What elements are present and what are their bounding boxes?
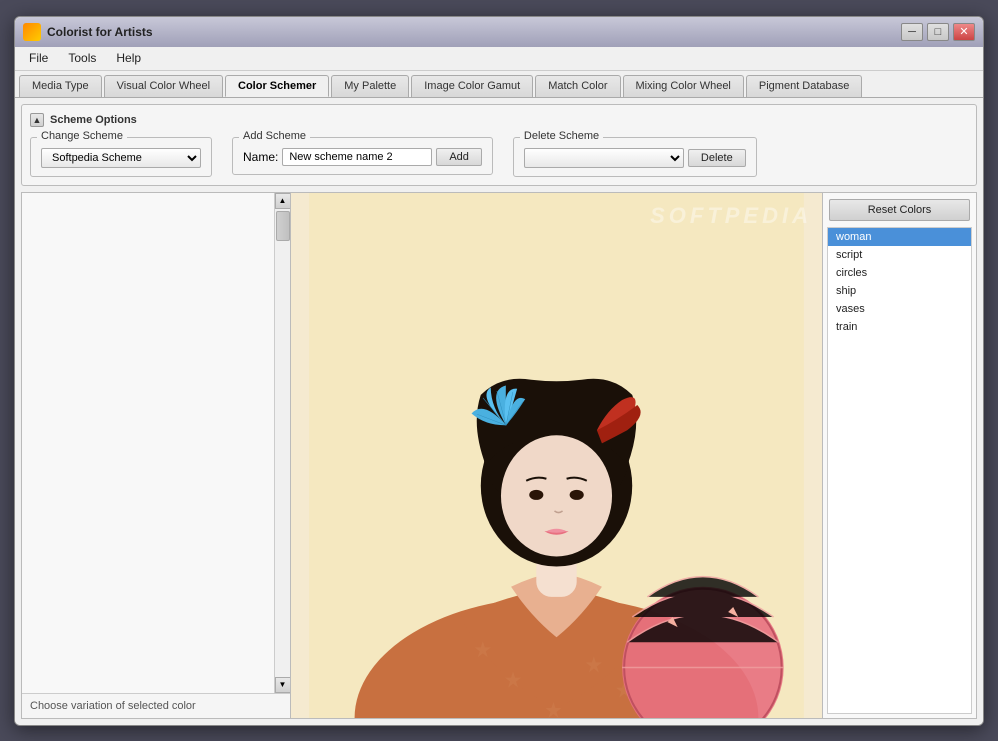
menu-tools[interactable]: Tools [58,49,106,67]
add-scheme-input[interactable] [282,148,432,166]
image-list-item-vases[interactable]: vases [828,300,971,318]
delete-scheme-group: Delete Scheme Delete [513,137,757,177]
tabs-bar: Media Type Visual Color Wheel Color Sche… [15,71,983,98]
scheme-options-header: ▲ Scheme Options [30,113,968,127]
add-scheme-label: Add Scheme [239,130,310,142]
change-scheme-inner: Softpedia Scheme Default Scheme Custom S… [41,148,201,168]
add-scheme-button[interactable]: Add [436,148,482,166]
change-scheme-label: Change Scheme [37,130,127,142]
scroll-thumb[interactable] [276,211,290,241]
add-scheme-inner: Name: Add [243,148,482,166]
scrollbar-track: ▲ ▼ [274,193,290,693]
add-scheme-group: Add Scheme Name: Add [232,137,493,175]
menu-help[interactable]: Help [106,49,151,67]
tab-media-type[interactable]: Media Type [19,75,102,97]
menu-bar: File Tools Help [15,47,983,71]
center-panel: SOFTPEDIA [291,192,822,719]
scroll-down-arrow[interactable]: ▼ [275,677,291,693]
change-scheme-group: Change Scheme Softpedia Scheme Default S… [30,137,212,177]
color-scroll-area: ▲ ▼ [22,193,290,693]
scheme-options-label: Scheme Options [50,114,137,126]
reset-colors-button[interactable]: Reset Colors [829,199,970,221]
image-list-item-woman[interactable]: woman [828,228,971,246]
tab-pigment-database[interactable]: Pigment Database [746,75,863,97]
app-title: Colorist for Artists [47,25,153,39]
main-panel: ▲ ▼ Choose variation of selected color [21,192,977,719]
tab-match-color[interactable]: Match Color [535,75,620,97]
tab-image-color-gamut[interactable]: Image Color Gamut [411,75,533,97]
scheme-options-panel: ▲ Scheme Options Change Scheme Softpedia… [21,104,977,186]
change-scheme-select[interactable]: Softpedia Scheme Default Scheme Custom S… [41,148,201,168]
image-list-item-ship[interactable]: ship [828,282,971,300]
tab-visual-color-wheel[interactable]: Visual Color Wheel [104,75,223,97]
app-icon [23,23,41,41]
image-list-item-script[interactable]: script [828,246,971,264]
collapse-button[interactable]: ▲ [30,113,44,127]
image-list: woman script circles ship vases train [827,227,972,714]
scroll-up-arrow[interactable]: ▲ [275,193,291,209]
menu-file[interactable]: File [19,49,58,67]
content-area: ▲ Scheme Options Change Scheme Softpedia… [15,98,983,725]
main-window: Colorist for Artists ─ □ ✕ File Tools He… [14,16,984,726]
delete-scheme-label: Delete Scheme [520,130,603,142]
tab-color-schemer[interactable]: Color Schemer [225,75,329,97]
name-label: Name: [243,150,278,164]
delete-scheme-select[interactable] [524,148,684,168]
color-hint: Choose variation of selected color [22,693,290,718]
minimize-button[interactable]: ─ [901,23,923,41]
title-bar: Colorist for Artists ─ □ ✕ [15,17,983,47]
title-bar-left: Colorist for Artists [23,23,153,41]
delete-scheme-inner: Delete [524,148,746,168]
close-button[interactable]: ✕ [953,23,975,41]
left-panel: ▲ ▼ Choose variation of selected color [21,192,291,719]
maximize-button[interactable]: □ [927,23,949,41]
title-controls: ─ □ ✕ [901,23,975,41]
tab-my-palette[interactable]: My Palette [331,75,409,97]
image-list-item-circles[interactable]: circles [828,264,971,282]
scheme-controls: Change Scheme Softpedia Scheme Default S… [30,137,968,177]
delete-scheme-button[interactable]: Delete [688,149,746,167]
tab-mixing-color-wheel[interactable]: Mixing Color Wheel [623,75,744,97]
japanese-art-svg [291,193,822,718]
image-list-item-train[interactable]: train [828,318,971,336]
right-panel: Reset Colors woman script circles ship v… [822,192,977,719]
